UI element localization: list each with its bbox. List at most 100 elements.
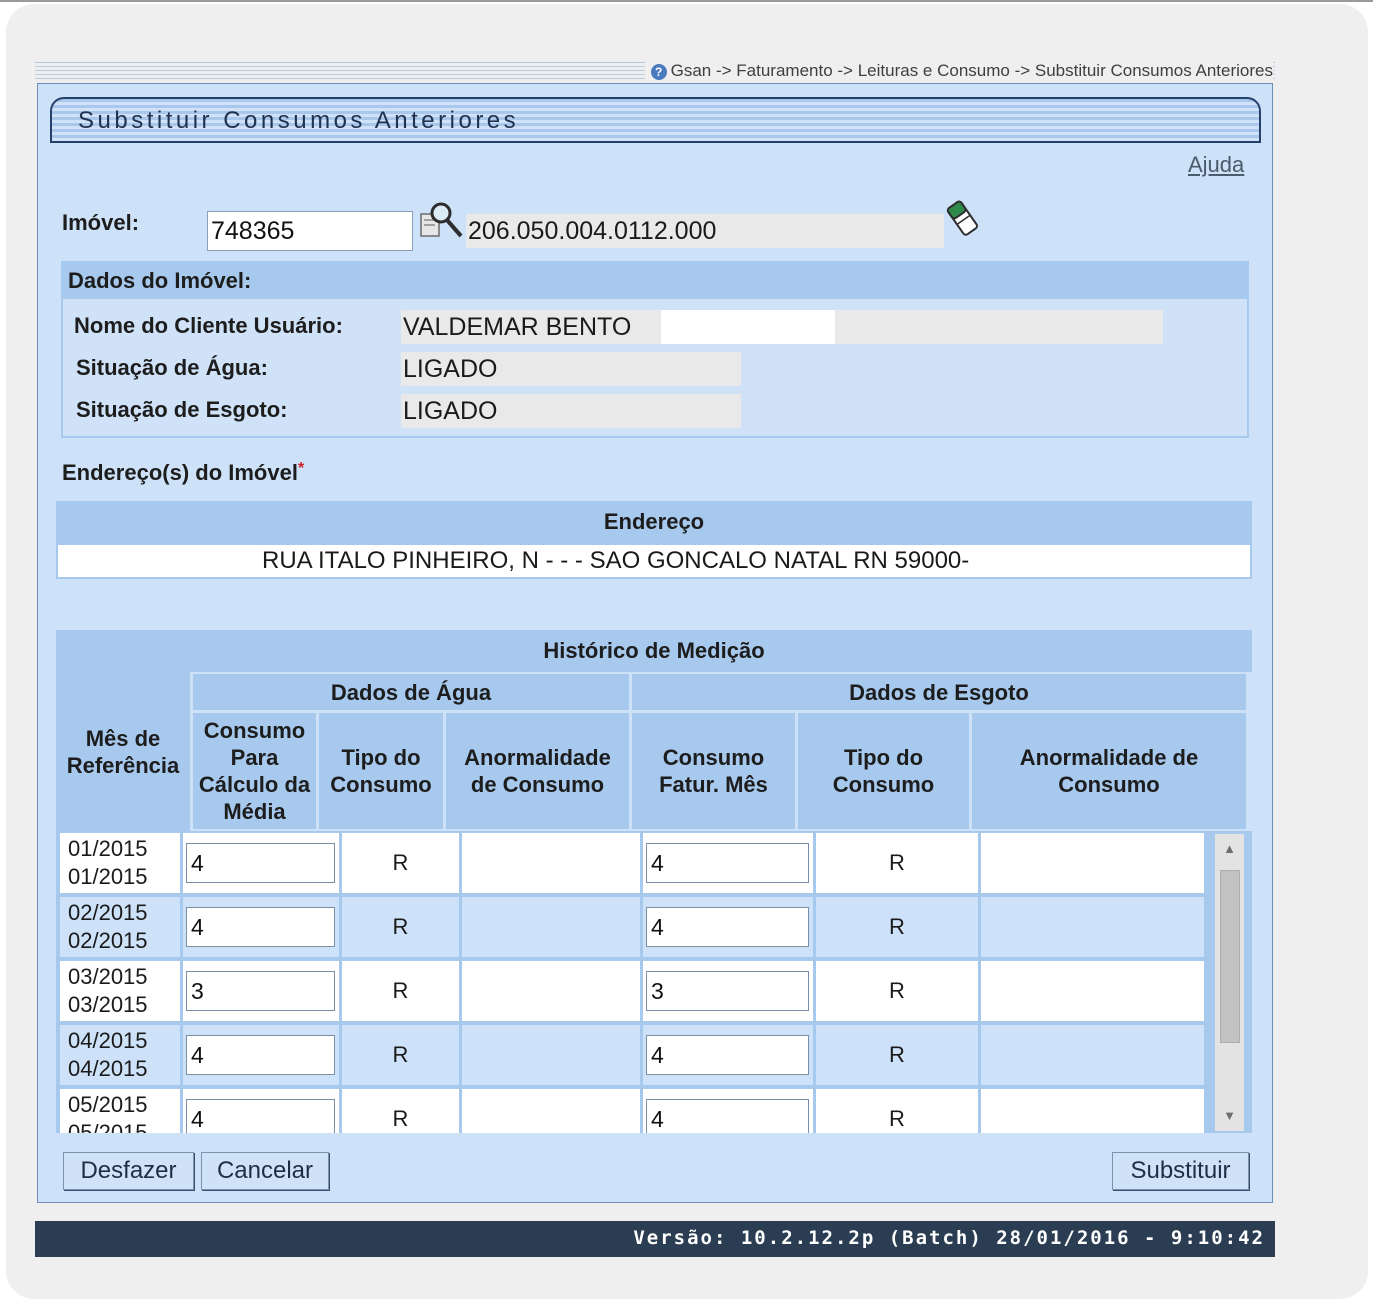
situacao-agua-label: Situação de Água: xyxy=(76,355,268,380)
col-tipo-consumo-esgoto: Tipo do Consumo xyxy=(798,713,969,829)
version-footer: Versão: 10.2.12.2p (Batch) 28/01/2016 - … xyxy=(35,1221,1275,1257)
anormalidade-cell xyxy=(462,961,640,1021)
endereco-column-header: Endereço xyxy=(56,501,1252,543)
col-anormalidade-agua: Anormalidade de Consumo xyxy=(446,713,629,829)
consumo-media-input[interactable]: 3 xyxy=(186,971,335,1011)
mes-referencia-value: 01/2015 xyxy=(68,864,148,889)
table-row: 01/2015 01/2015 4 R 4 R xyxy=(60,831,1204,895)
endereco-row: RUA ITALO PINHEIRO, N - - - SAO GONCALO … xyxy=(56,543,1252,579)
mes-referencia-cell: 03/2015 03/2015 xyxy=(60,961,180,1021)
imovel-input[interactable]: 748365 xyxy=(207,211,413,251)
mes-referencia-cell: 05/2015 05/2015 xyxy=(60,1089,180,1133)
nome-cliente-label: Nome do Cliente Usuário: xyxy=(74,313,343,338)
breadcrumb-bar: ? Gsan -> Faturamento -> Leituras e Consu… xyxy=(35,61,1275,81)
search-imovel-icon[interactable] xyxy=(419,200,465,242)
mes-referencia-cell: 02/2015 02/2015 xyxy=(60,897,180,957)
mes-referencia-value: 03/2015 xyxy=(68,992,148,1017)
anormalidade-cell xyxy=(462,897,640,957)
consumo-agua-cell: 3 xyxy=(183,961,339,1021)
breadcrumb: ? Gsan -> Faturamento -> Leituras e Consu… xyxy=(644,61,1273,81)
tipo-consumo-cell: R xyxy=(342,897,459,957)
desfazer-button[interactable]: Desfazer xyxy=(63,1152,194,1190)
consumo-media-input[interactable]: 4 xyxy=(186,907,335,947)
col-consumo-fatur: Consumo Fatur. Mês xyxy=(632,713,795,829)
cancelar-button[interactable]: Cancelar xyxy=(201,1152,329,1190)
col-tipo-consumo-agua: Tipo do Consumo xyxy=(319,713,443,829)
consumo-fatur-input[interactable]: 4 xyxy=(646,1035,809,1075)
tipo-consumo-cell: R xyxy=(816,897,978,957)
consumo-agua-cell: 4 xyxy=(183,1025,339,1085)
tipo-consumo-cell: R xyxy=(816,833,978,893)
consumo-fatur-input[interactable]: 4 xyxy=(646,1099,809,1133)
consumo-agua-cell: 4 xyxy=(183,897,339,957)
consumo-fatur-input[interactable]: 3 xyxy=(646,971,809,1011)
group-dados-agua: Dados de Água xyxy=(193,674,629,710)
col-anormalidade-esgoto: Anormalidade de Consumo xyxy=(972,713,1246,829)
consumo-esgoto-cell: 4 xyxy=(643,833,813,893)
historico-title: Histórico de Medição xyxy=(56,630,1252,672)
scroll-thumb[interactable] xyxy=(1220,870,1240,1043)
mes-referencia-value: 02/2015 xyxy=(68,900,148,925)
consumo-agua-cell: 4 xyxy=(183,1089,339,1133)
nome-cliente-value: VALDEMAR BENTO xyxy=(401,310,1163,344)
tipo-consumo-cell: R xyxy=(342,1025,459,1085)
help-circle-icon[interactable]: ? xyxy=(650,63,667,80)
page-title: Substituir Consumos Anteriores xyxy=(78,107,520,134)
tipo-consumo-cell: R xyxy=(342,961,459,1021)
breadcrumb-text: Gsan -> Faturamento -> Leituras e Consum… xyxy=(670,61,1273,80)
tipo-consumo-cell: R xyxy=(342,833,459,893)
historico-grid: 01/2015 01/2015 4 R 4 R 02/2015 02/2015 4 R 4 R 03/2… xyxy=(56,831,1252,1133)
main-panel: Substituir Consumos Anteriores Ajuda Imó… xyxy=(37,83,1273,1203)
anormalidade-cell xyxy=(981,833,1204,893)
table-row: 04/2015 04/2015 4 R 4 R xyxy=(60,1023,1204,1087)
imovel-inscricao-display: 206.050.004.0112.000 xyxy=(466,214,944,248)
table-row: 05/2015 05/2015 4 R 4 R xyxy=(60,1087,1204,1133)
substituir-button[interactable]: Substituir xyxy=(1112,1152,1249,1190)
consumo-media-input[interactable]: 4 xyxy=(186,1035,335,1075)
anormalidade-cell xyxy=(462,1025,640,1085)
consumo-esgoto-cell: 3 xyxy=(643,961,813,1021)
col-consumo-media: Consumo Para Cálculo da Média xyxy=(193,713,316,829)
scroll-down-arrow-icon[interactable]: ▼ xyxy=(1215,1101,1244,1131)
version-text: Versão: 10.2.12.2p (Batch) 28/01/2016 - … xyxy=(633,1227,1265,1249)
mes-referencia-value: 04/2015 xyxy=(68,1056,148,1081)
mes-referencia-value: 02/2015 xyxy=(68,928,148,953)
mes-referencia-cell: 04/2015 04/2015 xyxy=(60,1025,180,1085)
consumo-esgoto-cell: 4 xyxy=(643,897,813,957)
mes-referencia-value: 05/2015 xyxy=(68,1092,148,1117)
page-title-bar: Substituir Consumos Anteriores xyxy=(50,97,1261,143)
mes-referencia-value: 03/2015 xyxy=(68,964,148,989)
table-row: 03/2015 03/2015 3 R 3 R xyxy=(60,959,1204,1023)
consumo-fatur-input[interactable]: 4 xyxy=(646,843,809,883)
col-mes-referencia: Mês de Referência xyxy=(56,672,190,831)
anormalidade-cell xyxy=(462,833,640,893)
consumo-esgoto-cell: 4 xyxy=(643,1089,813,1133)
tipo-consumo-cell: R xyxy=(816,1025,978,1085)
consumo-media-input[interactable]: 4 xyxy=(186,843,335,883)
top-border-line xyxy=(0,0,1373,2)
group-dados-esgoto: Dados de Esgoto xyxy=(632,674,1246,710)
redacted-block xyxy=(661,310,835,344)
dados-imovel-header: Dados do Imóvel: xyxy=(68,268,252,293)
anormalidade-cell xyxy=(981,1089,1204,1133)
consumo-agua-cell: 4 xyxy=(183,833,339,893)
mes-referencia-value: 04/2015 xyxy=(68,1028,148,1053)
situacao-esgoto-label: Situação de Esgoto: xyxy=(76,397,288,422)
consumo-fatur-input[interactable]: 4 xyxy=(646,907,809,947)
consumo-esgoto-cell: 4 xyxy=(643,1025,813,1085)
consumo-media-input[interactable]: 4 xyxy=(186,1099,335,1133)
mes-referencia-value: 05/2015 xyxy=(68,1120,148,1133)
help-link[interactable]: Ajuda xyxy=(1188,152,1244,178)
grid-scrollbar[interactable]: ▲ ▼ xyxy=(1215,834,1244,1131)
scroll-up-arrow-icon[interactable]: ▲ xyxy=(1215,834,1244,864)
mes-referencia-value: 01/2015 xyxy=(68,836,148,861)
anormalidade-cell xyxy=(981,897,1204,957)
table-row: 02/2015 02/2015 4 R 4 R xyxy=(60,895,1204,959)
imovel-label: Imóvel: xyxy=(62,210,140,235)
eraser-icon[interactable] xyxy=(944,198,982,240)
tipo-consumo-cell: R xyxy=(816,961,978,1021)
anormalidade-cell xyxy=(981,961,1204,1021)
tipo-consumo-cell: R xyxy=(816,1089,978,1133)
anormalidade-cell xyxy=(462,1089,640,1133)
tipo-consumo-cell: R xyxy=(342,1089,459,1133)
